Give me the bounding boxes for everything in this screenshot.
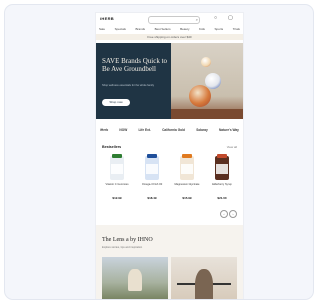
chevron-left-icon[interactable]: ‹ [220, 210, 228, 218]
account-icon[interactable]: ○ [214, 15, 217, 22]
view-all-link[interactable]: View all [227, 145, 237, 149]
hero-title: SAVE Brands Quick to Be Ave Groundbell [102, 57, 168, 73]
product-name[interactable]: Omega-3 Fish Oil [137, 183, 167, 186]
site-header: iHERB ⌕ ○ ▢ Sale Specials Brands Best Se… [96, 13, 243, 44]
product-price: $18.49 [147, 196, 157, 200]
nav-item[interactable]: Kids [199, 27, 205, 31]
nav-item[interactable]: Trials [233, 27, 240, 31]
product-carousel: Vitamin C Gummies $12.99 Omega-3 Fish Oi… [102, 152, 237, 204]
person-figure [195, 269, 213, 299]
hero-image-ball [205, 73, 221, 89]
product-cap [217, 154, 227, 158]
hero-subtitle: Shop wellness essentials for the whole f… [102, 84, 155, 87]
story-section: The Lens a by IHNO Explore stories, tips… [96, 225, 243, 299]
product-name[interactable]: Vitamin C Gummies [102, 183, 132, 186]
products-section-title: Bestsellers [102, 145, 122, 149]
product-cap [147, 154, 157, 158]
product-card[interactable]: Elderberry Syrup $21.00 [207, 152, 237, 204]
hero-image-ball [189, 85, 211, 107]
nav-item[interactable]: Best Sellers [155, 27, 171, 31]
brand-logo[interactable]: California Gold [162, 128, 185, 132]
product-name[interactable]: Elderberry Syrup [207, 183, 237, 186]
search-input[interactable]: ⌕ [148, 16, 200, 24]
nav-item[interactable]: Sports [214, 27, 223, 31]
main-nav: Sale Specials Brands Best Sellers Beauty… [99, 26, 240, 32]
goat-figure [128, 269, 142, 291]
product-label [216, 164, 228, 174]
product-label [111, 164, 123, 174]
brand-logo[interactable]: Life Ext. [138, 128, 150, 132]
brand-logo[interactable]: Nature's Way [219, 128, 239, 132]
nav-item[interactable]: Beauty [180, 27, 189, 31]
hero-banner: SAVE Brands Quick to Be Ave Groundbell S… [96, 43, 243, 119]
nav-item[interactable]: Brands [135, 27, 145, 31]
story-image-workout[interactable] [171, 257, 237, 299]
brand-logo[interactable]: NOW [119, 128, 127, 132]
product-cap [182, 154, 192, 158]
chevron-right-icon[interactable]: › [229, 210, 237, 218]
hero-image [171, 43, 243, 119]
product-price: $21.00 [217, 196, 227, 200]
search-icon[interactable]: ⌕ [196, 17, 198, 23]
promo-banner[interactable]: Free shipping on orders over $40 [96, 34, 243, 40]
nav-item[interactable]: Specials [115, 27, 126, 31]
story-subtitle: Explore stories, tips and inspiration [102, 246, 143, 249]
product-card[interactable]: Magnesium Glycinate $15.99 [172, 152, 202, 204]
product-price: $15.99 [182, 196, 192, 200]
product-price: $12.99 [112, 196, 122, 200]
story-image-goat[interactable] [102, 257, 168, 299]
nav-item[interactable]: Sale [99, 27, 105, 31]
product-cap [112, 154, 122, 158]
brand-strip: iHerb NOW Life Ext. California Gold Sola… [96, 125, 243, 135]
hero-cta-button[interactable]: Shop now [102, 99, 130, 106]
cart-icon[interactable]: ▢ [228, 15, 233, 22]
brand-logo[interactable]: iHerb [100, 128, 108, 132]
product-label [181, 164, 193, 174]
website-preview: iHERB ⌕ ○ ▢ Sale Specials Brands Best Se… [96, 13, 243, 299]
product-name[interactable]: Magnesium Glycinate [172, 183, 202, 186]
brand-logo[interactable]: Solaray [196, 128, 208, 132]
hero-image-floor [171, 109, 243, 119]
site-logo[interactable]: iHERB [100, 16, 114, 21]
product-card[interactable]: Omega-3 Fish Oil $18.49 [137, 152, 167, 204]
story-title: The Lens a by IHNO [102, 237, 153, 243]
product-label [146, 164, 158, 174]
hero-image-ball [201, 57, 211, 67]
screenshot-card: iHERB ⌕ ○ ▢ Sale Specials Brands Best Se… [4, 4, 314, 300]
product-card[interactable]: Vitamin C Gummies $12.99 [102, 152, 132, 204]
